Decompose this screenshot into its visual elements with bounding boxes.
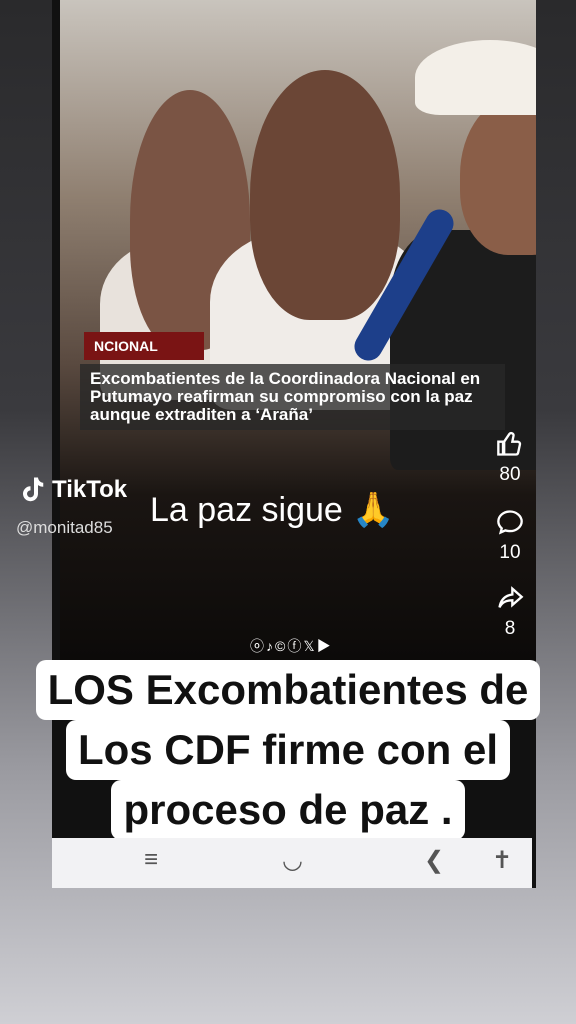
caption-line: Los CDF firme con el bbox=[65, 720, 511, 780]
comment-count: 10 bbox=[499, 542, 521, 563]
accessibility-icon[interactable]: ✝ bbox=[492, 846, 512, 875]
caption-line: LOS Excombatientes de bbox=[35, 660, 541, 720]
menu-icon[interactable]: ≡ bbox=[144, 846, 158, 874]
like-button[interactable]: 80 bbox=[488, 430, 532, 486]
social-icons-row: ⓞ♪©ⓕ𝕏▶ bbox=[250, 638, 333, 654]
white-cap bbox=[415, 40, 536, 115]
comment-button[interactable]: 10 bbox=[488, 508, 532, 564]
comment-icon bbox=[497, 510, 523, 535]
main-caption: LOS Excombatientes de Los CDF firme con … bbox=[0, 660, 576, 840]
system-navbar: ≡ ◡ ❮ ✝ bbox=[52, 838, 532, 888]
caption-line: proceso de paz . bbox=[111, 780, 465, 840]
home-icon[interactable]: ◡ bbox=[282, 846, 303, 875]
back-icon[interactable]: ❮ bbox=[424, 846, 444, 875]
person-center bbox=[250, 70, 400, 320]
tiktok-note-icon bbox=[23, 477, 44, 502]
tiktok-brand: TikTok bbox=[52, 476, 128, 503]
tiktok-username: @monitad85 bbox=[16, 518, 113, 537]
thumbs-up-icon bbox=[497, 431, 522, 456]
overlay-caption: La paz sigue 🙏 bbox=[150, 491, 395, 529]
person-right bbox=[460, 95, 536, 255]
video-content[interactable] bbox=[60, 0, 536, 660]
news-section-tag: NCIONAL bbox=[84, 332, 204, 360]
share-count: 8 bbox=[504, 618, 516, 639]
tiktok-watermark: TikTok bbox=[18, 474, 127, 506]
share-button[interactable]: 8 bbox=[488, 584, 532, 640]
like-count: 80 bbox=[499, 464, 521, 485]
news-headline: Excombatientes de la Coordinadora Nacion… bbox=[80, 364, 505, 430]
share-arrow-icon bbox=[498, 586, 524, 608]
